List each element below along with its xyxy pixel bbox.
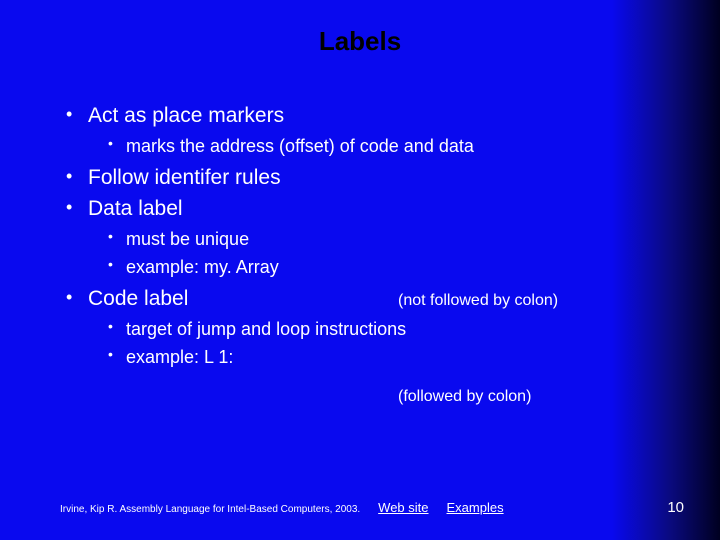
- slide-title: Labels: [0, 0, 720, 57]
- slide-body: Act as place markers marks the address (…: [0, 57, 720, 372]
- slide-footer: Irvine, Kip R. Assembly Language for Int…: [0, 499, 720, 516]
- page-number: 10: [667, 499, 684, 516]
- footer-link-website[interactable]: Web site: [378, 500, 428, 515]
- bullet-data-label: Data label must be unique example: my. A…: [60, 194, 700, 282]
- bullet-place-markers: Act as place markers marks the address (…: [60, 101, 700, 161]
- footer-link-examples[interactable]: Examples: [447, 500, 504, 515]
- note-followed-by-colon: (followed by colon): [398, 388, 531, 406]
- subbullet-jump-target: target of jump and loop instructions: [104, 316, 700, 344]
- bullet-text: Code label: [88, 287, 188, 310]
- note-not-followed-by-colon: (not followed by colon): [398, 292, 558, 310]
- bullet-text: Act as place markers: [88, 104, 284, 127]
- subbullet-unique: must be unique: [104, 226, 700, 254]
- bullet-code-label: Code label target of jump and loop instr…: [60, 284, 700, 372]
- subbullet-example-l1: example: L 1:: [104, 344, 700, 372]
- bullet-identifier-rules: Follow identifer rules: [60, 163, 700, 193]
- footer-citation: Irvine, Kip R. Assembly Language for Int…: [60, 504, 360, 515]
- subbullet-example-myarray: example: my. Array: [104, 254, 700, 282]
- subbullet-marks-address: marks the address (offset) of code and d…: [104, 133, 700, 161]
- bullet-text: Data label: [88, 197, 183, 220]
